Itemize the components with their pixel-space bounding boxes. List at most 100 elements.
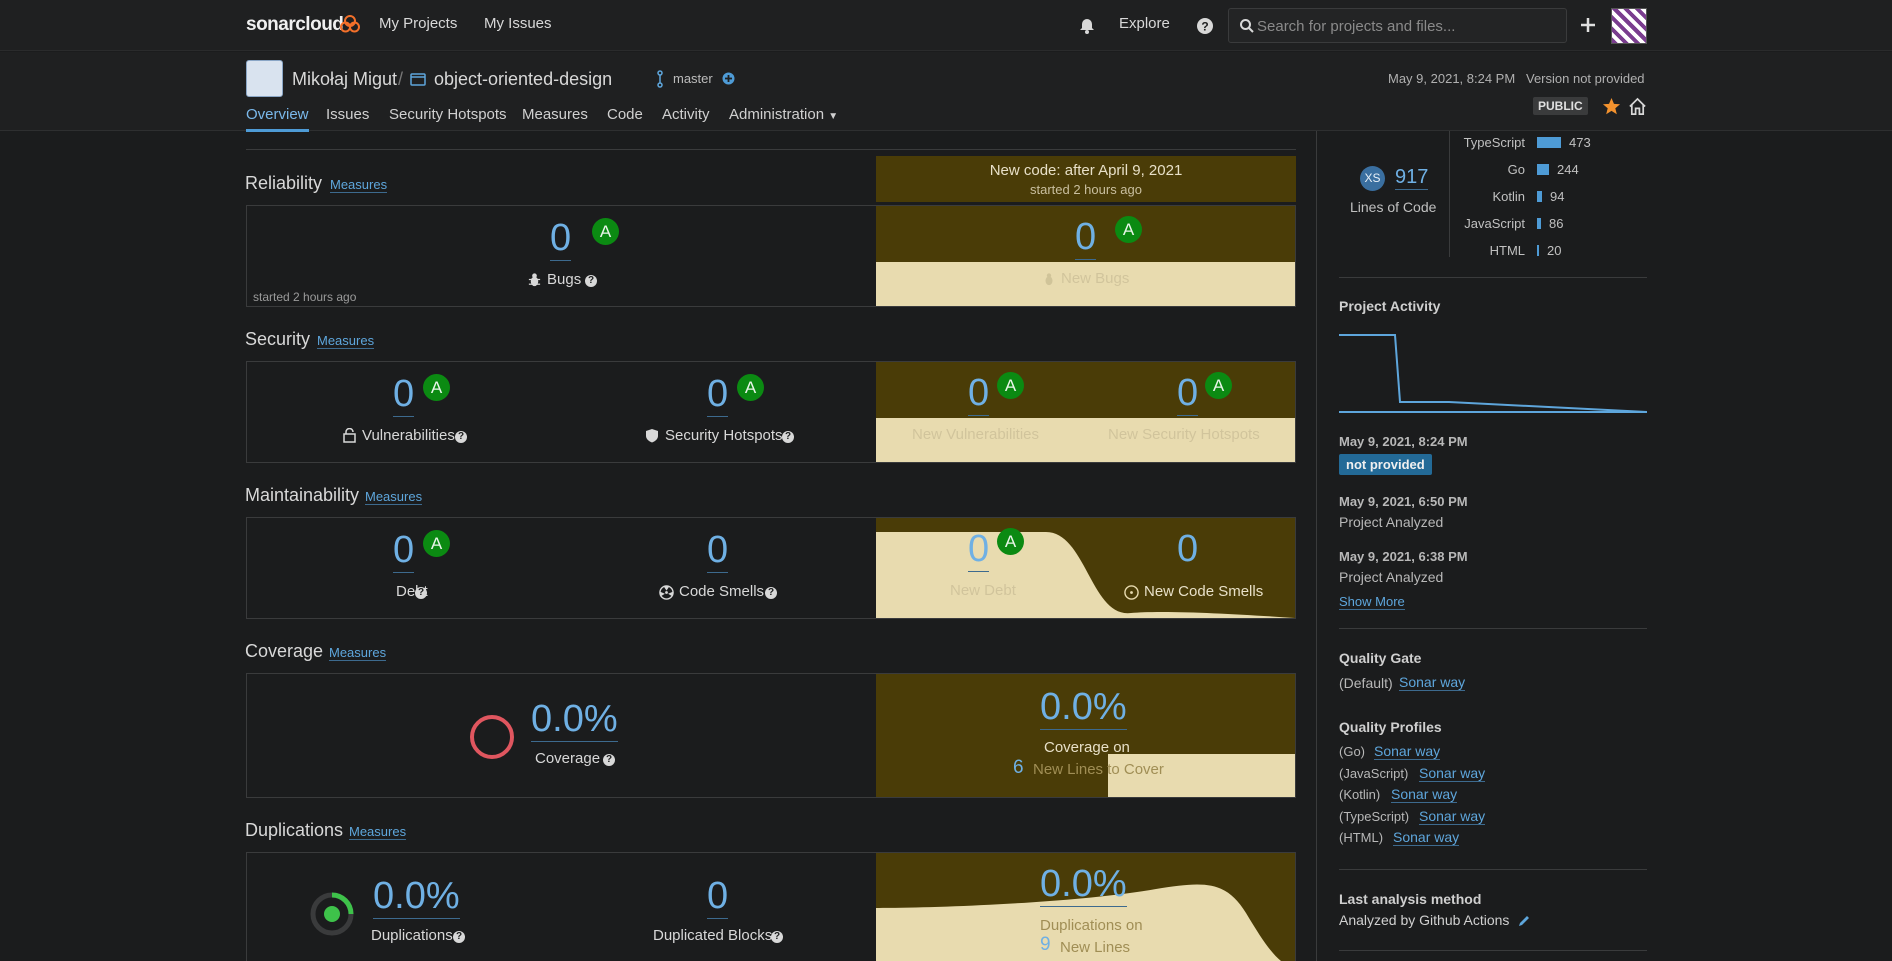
chevron-down-icon: ▼ [828,111,839,122]
home-icon[interactable] [1628,97,1647,116]
vulnerabilities-label: Vulnerabilities [362,427,455,444]
user-avatar[interactable] [1611,8,1647,44]
language-lines-value: 20 [1547,243,1562,258]
quality-gate-link[interactable]: Sonar way [1399,674,1466,691]
language-name: JavaScript [1464,216,1525,231]
lines-of-code-value[interactable]: 917 [1395,166,1429,190]
nav-my-projects[interactable]: My Projects [379,15,457,32]
quality-profile-link[interactable]: Sonar way [1374,743,1441,760]
help-icon[interactable]: ? [415,587,427,599]
help-icon[interactable]: ? [1196,17,1214,35]
new-bugs-value[interactable]: 0 [1075,216,1097,260]
new-debt-rating[interactable]: A [997,528,1024,555]
search-input[interactable] [1257,15,1557,37]
new-security-hotspots-value[interactable]: 0 [1177,372,1199,416]
coverage-value[interactable]: 0.0% [531,698,618,742]
new-coverage-value[interactable]: 0.0% [1040,686,1127,730]
notifications-bell-icon[interactable] [1078,17,1096,35]
new-duplications-value[interactable]: 0.0% [1040,863,1127,907]
reliability-measures-link[interactable]: Measures [330,177,388,193]
project-activity-title: Project Activity [1339,298,1441,314]
new-coverage-panel: 0.0% Coverage on 6 New Lines to Cover [876,674,1295,797]
tab-code[interactable]: Code [607,106,643,123]
breadcrumb-separator: / [398,69,404,89]
language-lines-value: 244 [1557,162,1579,177]
size-rating-badge: XS [1360,166,1385,191]
bugs-rating[interactable]: A [592,218,619,245]
plus-icon[interactable] [1579,16,1597,34]
new-lines-to-cover-value[interactable]: 6 [1013,757,1024,779]
quality-profile-link[interactable]: Sonar way [1391,786,1458,803]
language-bar [1537,245,1539,256]
duplicated-blocks-label: Duplicated Blocks [653,927,773,944]
nav-my-issues[interactable]: My Issues [484,15,552,32]
breadcrumb-organization[interactable]: Mikołaj Migut [292,69,397,90]
debt-value[interactable]: 0 [393,529,415,573]
sidebar-separator [1339,950,1647,951]
quality-profile-link[interactable]: Sonar way [1419,808,1486,825]
tab-security-hotspots[interactable]: Security Hotspots [389,106,507,123]
new-coverage-label: Coverage on [1044,739,1130,756]
activity-event-text: Project Analyzed [1339,514,1444,530]
tab-activity[interactable]: Activity [662,106,710,123]
maintainability-measures-link[interactable]: Measures [365,489,423,505]
new-vulnerabilities-value[interactable]: 0 [968,372,990,416]
help-icon[interactable]: ? [782,431,794,443]
new-debt-value[interactable]: 0 [968,528,990,572]
loc-divider [1449,131,1450,257]
code-smells-value[interactable]: 0 [707,529,729,573]
visibility-badge: PUBLIC [1533,97,1588,115]
quality-profile-language: (HTML) [1339,830,1384,845]
bugs-value[interactable]: 0 [550,217,572,261]
edit-pencil-icon[interactable] [1517,914,1531,928]
help-icon[interactable]: ? [603,754,615,766]
maintainability-title: Maintainability [245,485,360,505]
new-maintainability-panel: 0 A New Debt 0 New Code Smells [876,518,1295,618]
help-icon[interactable]: ? [765,587,777,599]
tab-issues[interactable]: Issues [326,106,369,123]
organization-avatar[interactable] [246,60,283,97]
new-lines-value[interactable]: 9 [1040,934,1051,956]
quality-profiles-title: Quality Profiles [1339,719,1442,735]
help-icon[interactable]: ? [455,431,467,443]
vulnerabilities-value[interactable]: 0 [393,373,415,417]
search-box[interactable] [1228,8,1567,43]
security-hotspots-value[interactable]: 0 [707,373,729,417]
quality-profile-link[interactable]: Sonar way [1393,829,1460,846]
new-lines-label: New Lines [1060,939,1131,956]
help-icon[interactable]: ? [585,275,597,287]
favorite-star-icon[interactable] [1602,97,1621,116]
vulnerabilities-rating[interactable]: A [423,374,450,401]
language-name: HTML [1489,243,1525,258]
quality-profile-language: (Go) [1339,744,1365,759]
new-bugs-rating[interactable]: A [1115,216,1142,243]
breadcrumb-project[interactable]: object-oriented-design [434,69,612,90]
security-measures-link[interactable]: Measures [317,333,375,349]
new-debt-label: New Debt [950,582,1016,599]
bugs-label: Bugs [547,271,582,288]
new-security-hotspots-rating[interactable]: A [1205,372,1232,399]
new-vulnerabilities-rating[interactable]: A [997,372,1024,399]
show-more-link[interactable]: Show More [1339,594,1405,610]
security-hotspots-rating[interactable]: A [737,374,764,401]
branch-icon [657,70,663,88]
help-icon[interactable]: ? [453,931,465,943]
tab-administration[interactable]: Administration ▼ [729,106,838,123]
debt-rating[interactable]: A [423,530,450,557]
quality-profile-language: (JavaScript) [1339,765,1409,781]
new-code-smells-value[interactable]: 0 [1177,528,1198,571]
duplications-measures-link[interactable]: Measures [349,824,407,840]
sonarcloud-logo[interactable]: sonarcloud [246,14,344,36]
code-smells-label: Code Smells [679,583,765,600]
add-branch-icon[interactable] [722,72,735,85]
duplicated-blocks-value[interactable]: 0 [707,875,729,919]
duplications-title: Duplications [245,820,344,840]
duplications-value[interactable]: 0.0% [373,875,460,919]
quality-profile-link[interactable]: Sonar way [1419,765,1486,782]
help-icon[interactable]: ? [771,931,783,943]
coverage-measures-link[interactable]: Measures [329,645,387,661]
nav-explore[interactable]: Explore [1119,15,1170,32]
tab-measures[interactable]: Measures [522,106,588,123]
branch-name[interactable]: master [673,71,713,86]
tab-overview[interactable]: Overview [246,106,309,132]
